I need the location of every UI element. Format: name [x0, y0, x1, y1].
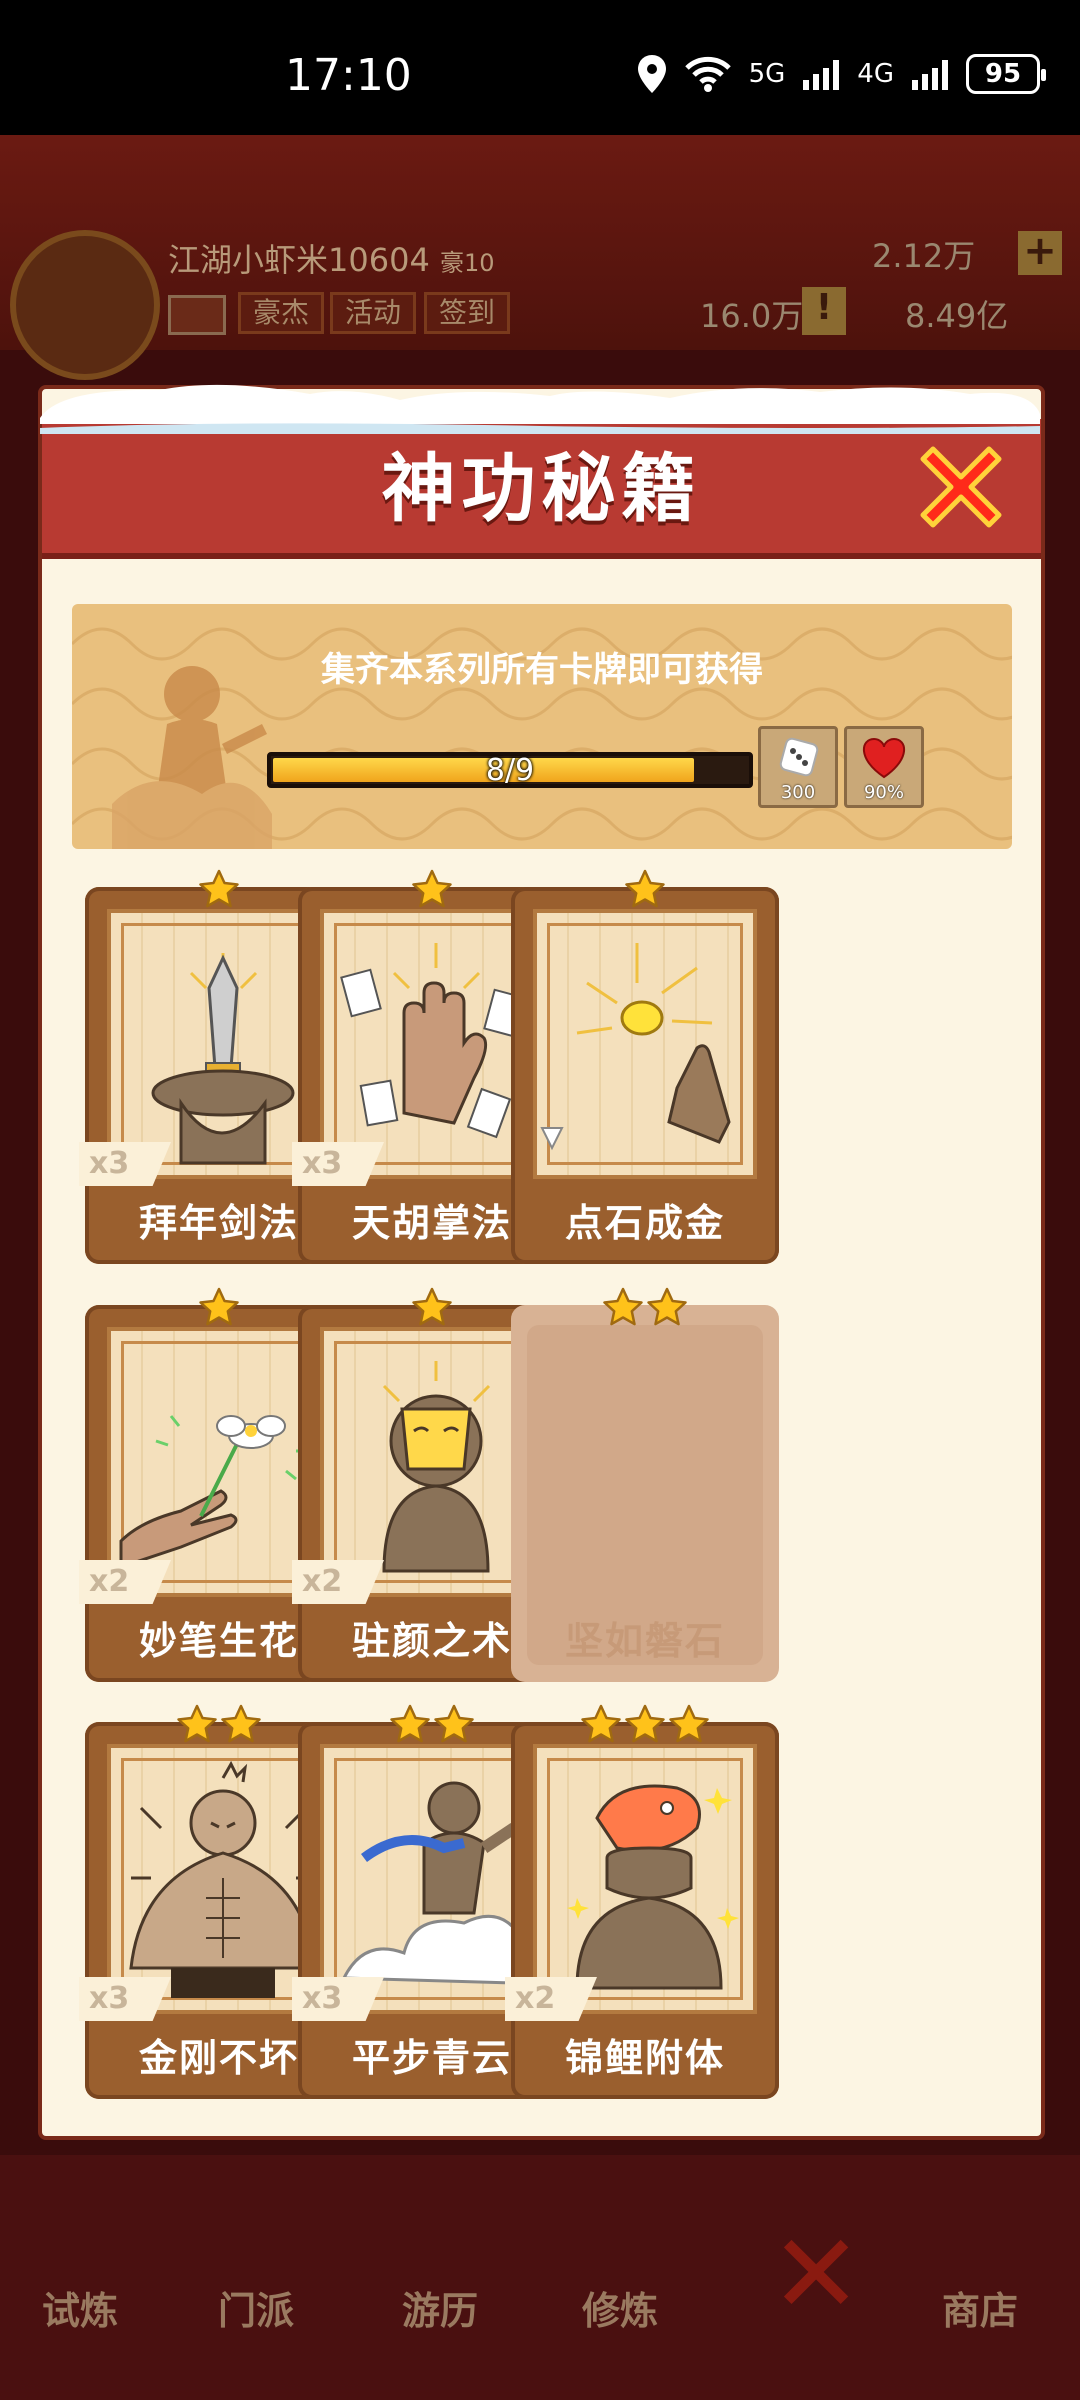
card-stars [511, 1704, 779, 1744]
collection-banner: 集齐本系列所有卡牌即可获得 8/9 300 90% [72, 604, 1012, 849]
star-icon [177, 1704, 217, 1743]
collection-progress-bar: 8/9 [267, 752, 753, 788]
alert-icon[interactable]: ! [802, 287, 846, 335]
star-icon [412, 1287, 452, 1326]
modal-header: 神功秘籍 [42, 419, 1041, 559]
reward-heart[interactable]: 90% [844, 726, 924, 808]
card-art [533, 1744, 757, 2014]
close-button[interactable] [911, 437, 1011, 537]
tag-activity[interactable]: 活动 [330, 292, 417, 334]
card-name: 点石成金 [564, 1201, 725, 1245]
wifi-icon [684, 56, 731, 92]
progress-text: 8/9 [485, 753, 535, 788]
star-icon [199, 1287, 239, 1326]
card-frame: x2 锦鲤附体 [505, 1722, 779, 2099]
star-icon [625, 1704, 665, 1743]
star-icon [625, 869, 665, 908]
game-bottom-nav [0, 2155, 1080, 2400]
mail-icon[interactable] [168, 295, 226, 335]
tag-haojie[interactable]: 豪杰 [238, 292, 325, 334]
card-name: 锦鲤附体 [564, 2036, 725, 2080]
avatar[interactable] [10, 230, 160, 380]
nav-close-icon[interactable]: ✕ [770, 2210, 862, 2338]
star-icon [412, 869, 452, 908]
status-bar: 17:10 5G 4G 95 [0, 0, 1080, 135]
add-gems-button[interactable]: + [1018, 231, 1062, 275]
card-stars [511, 869, 779, 909]
star-icon [669, 1704, 709, 1743]
status-time: 17:10 [285, 50, 412, 101]
nav-sect[interactable]: 门派 [218, 2280, 294, 2335]
network-5g: 5G [748, 59, 786, 89]
nav-travel[interactable]: 游历 [402, 2280, 478, 2335]
location-icon [637, 55, 666, 93]
star-icon [603, 1287, 643, 1326]
skill-card[interactable]: 点石成金 [511, 869, 779, 1264]
battery-icon: 95 [966, 54, 1046, 94]
modal-title: 神功秘籍 [381, 446, 702, 532]
game-header: 江湖小虾米10604 豪10 豪杰 活动 签到 2.12万 + 16.0万 ! … [0, 135, 1080, 380]
star-icon [581, 1704, 621, 1743]
star-icon [647, 1287, 687, 1326]
dice-icon [779, 737, 819, 777]
heart-icon [862, 737, 906, 779]
nav-trial[interactable]: 试炼 [42, 2280, 118, 2335]
card-art [533, 909, 757, 1179]
snow-decoration [40, 384, 1040, 434]
card-frame: 坚如磐石 [511, 1305, 779, 1682]
signal-icon [803, 58, 840, 90]
reward-dice-label: 300 [780, 782, 816, 803]
tag-signin[interactable]: 签到 [424, 292, 511, 334]
star-icon [199, 869, 239, 908]
star-icon [221, 1704, 261, 1743]
skill-card[interactable]: 坚如磐石 [511, 1287, 779, 1682]
card-stars [511, 1287, 779, 1327]
card-name: 坚如磐石 [564, 1619, 725, 1663]
username: 江湖小虾米10604 豪10 [168, 241, 495, 279]
signal-icon-2 [912, 58, 948, 90]
nav-cultivate[interactable]: 修炼 [582, 2280, 658, 2335]
star-icon [390, 1704, 430, 1743]
network-4g: 4G [857, 59, 894, 89]
gems-count: 2.12万 [872, 237, 976, 275]
nav-shop[interactable]: 商店 [942, 2280, 1018, 2335]
collection-hint: 集齐本系列所有卡牌即可获得 [321, 650, 763, 690]
card-illustration [540, 943, 731, 1151]
reward-heart-label: 90% [863, 782, 904, 803]
card-frame: 点石成金 [511, 887, 779, 1264]
coins-count: 8.49亿 [905, 297, 1009, 335]
skill-card[interactable]: x2 锦鲤附体 [505, 1704, 779, 2099]
reward-dice[interactable]: 300 [758, 726, 838, 808]
status-icons: 5G 4G 95 [637, 54, 1046, 94]
tokens-count: 16.0万 [700, 297, 804, 335]
star-icon [434, 1704, 474, 1743]
skill-book-modal: 神功秘籍 集齐本系列所有卡牌即可获得 8/9 300 90% x3 拜年剑法 x… [38, 385, 1045, 2140]
level-badge: 豪10 [439, 249, 495, 277]
